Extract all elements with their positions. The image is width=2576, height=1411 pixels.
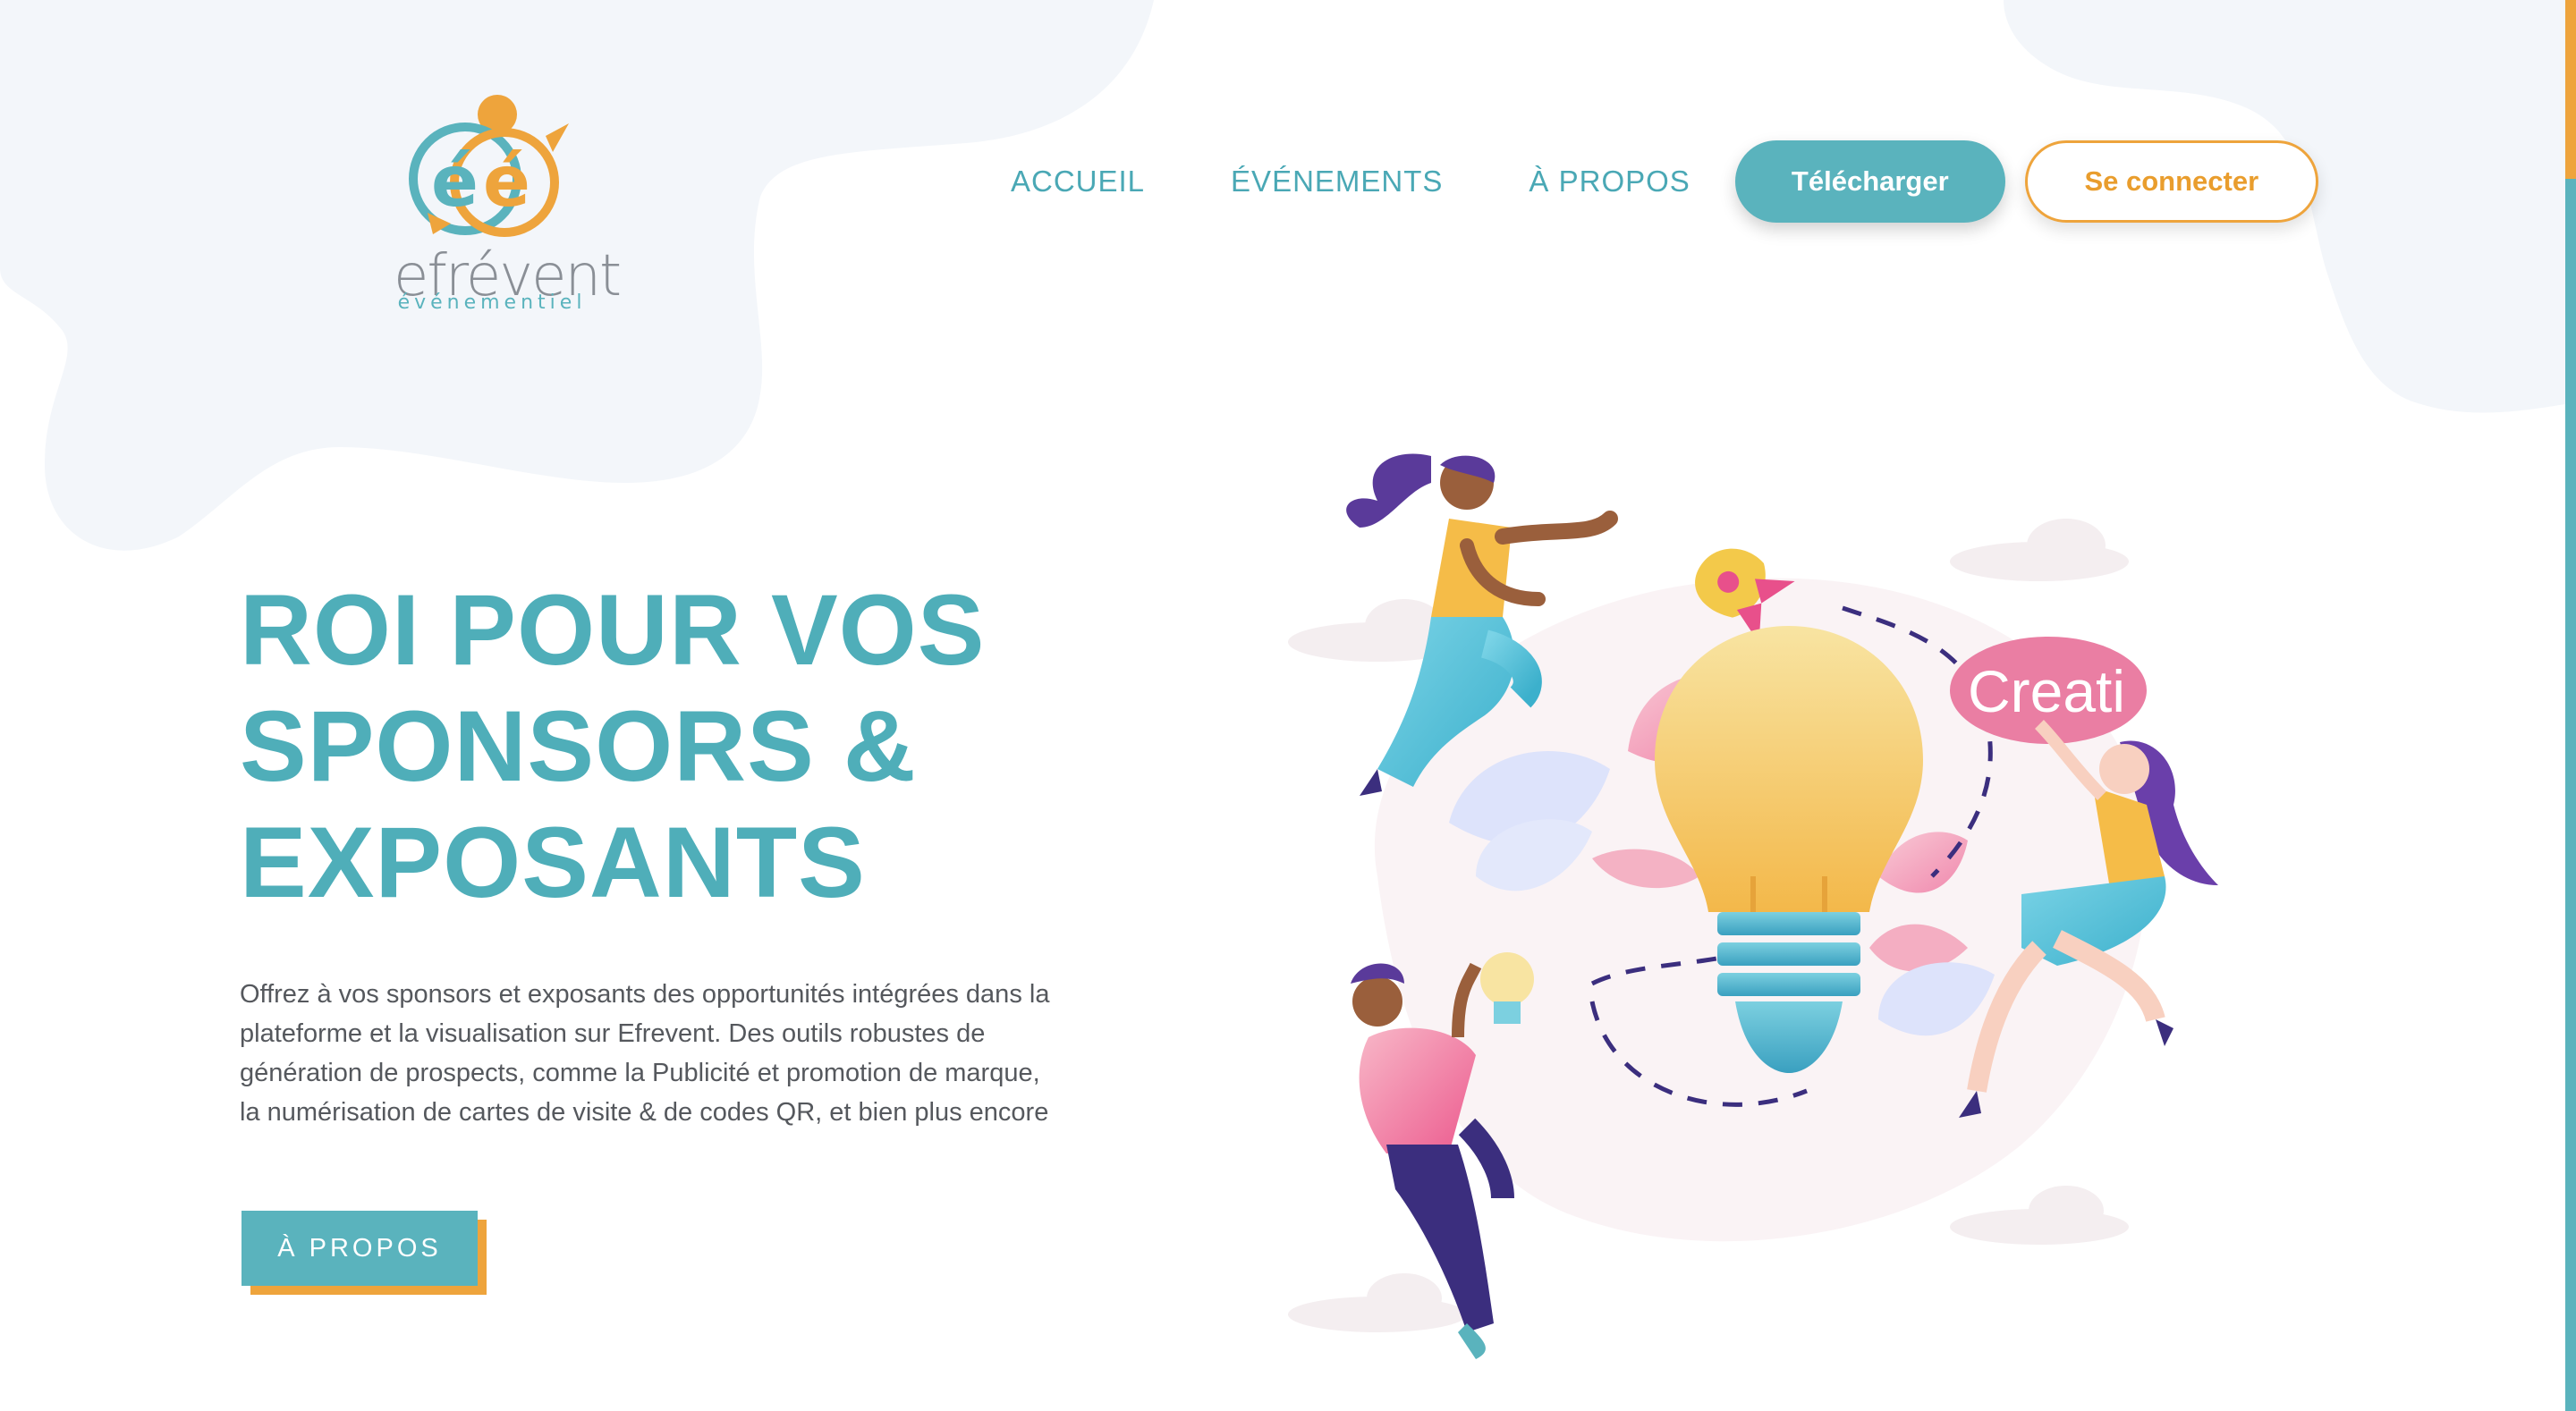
about-button[interactable]: À PROPOS (242, 1211, 478, 1286)
page-scrollbar[interactable] (2565, 0, 2576, 1411)
hero-description: Offrez à vos sponsors et exposants des o… (240, 980, 1050, 1127)
speech-bubble-text: Creati (1968, 658, 2125, 724)
hero-title: ROI POUR VOS SPONSORS & EXPOSANTS (240, 572, 1116, 921)
hero-title-line: SPONSORS & (240, 690, 917, 802)
nav-link-accueil[interactable]: ACCUEIL (1011, 165, 1145, 199)
nav-link-a-propos[interactable]: À PROPOS (1529, 165, 1690, 199)
main-nav: ACCUEIL ÉVÉNEMENTS À PROPOS Télécharger … (1011, 139, 2318, 224)
scrollbar-thumb[interactable] (2565, 0, 2576, 179)
login-button[interactable]: Se connecter (2024, 140, 2318, 223)
brand-logo[interactable]: é é efrévent événementiel (394, 89, 622, 322)
about-cta: À PROPOS (242, 1211, 488, 1297)
svg-text:é: é (483, 142, 530, 223)
hero-title-line: ROI POUR VOS (240, 574, 986, 686)
nav-link-evenements[interactable]: ÉVÉNEMENTS (1231, 165, 1443, 199)
download-button[interactable]: Télécharger (1734, 140, 2005, 223)
hero-illustration: Creati (1288, 453, 2218, 1359)
svg-text:é: é (431, 142, 479, 223)
logo-mark-icon: é é (409, 95, 569, 237)
logo-tagline: événementiel (397, 291, 587, 314)
hero-title-line: EXPOSANTS (240, 807, 866, 918)
